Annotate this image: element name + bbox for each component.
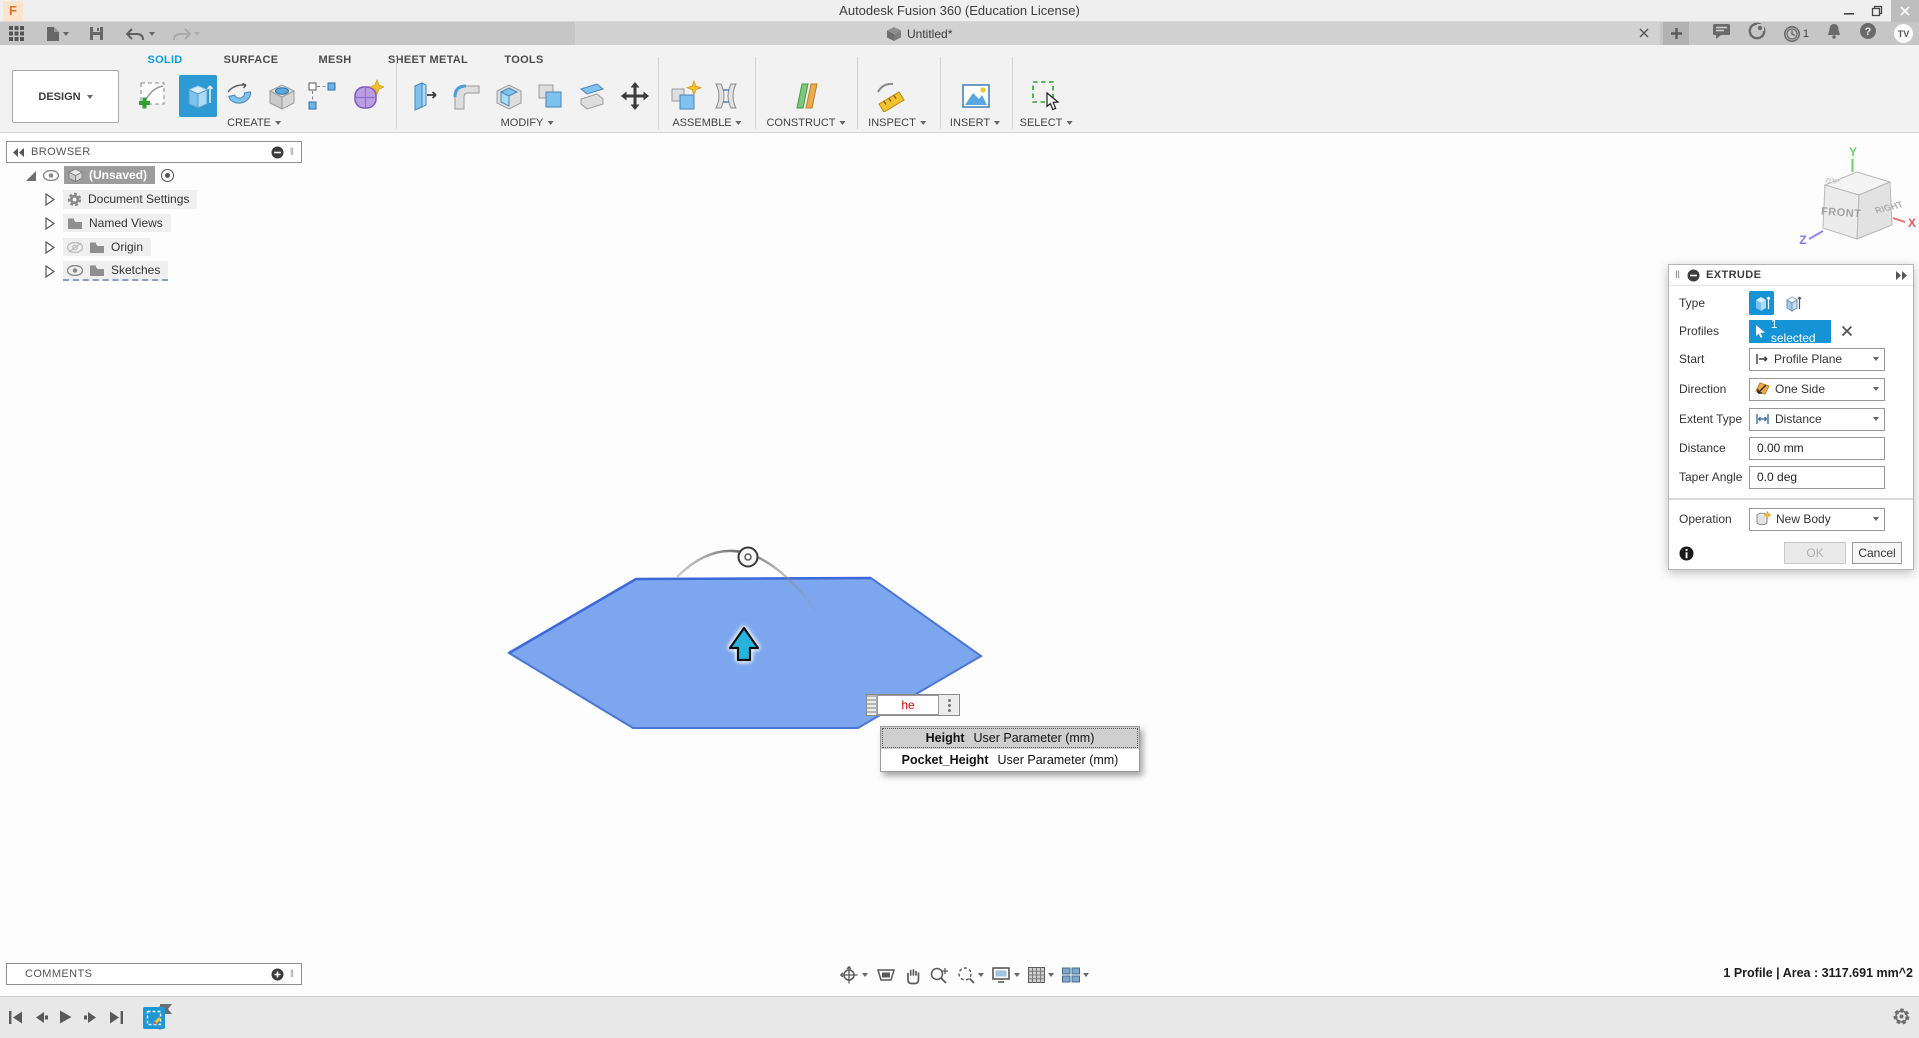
zoom-icon (930, 967, 948, 984)
navigation-bar (838, 962, 1089, 988)
expand-arrow-icon[interactable] (44, 264, 55, 278)
taper-angle-row: Taper Angle (1669, 465, 1913, 489)
extent-type-row: Extent Type Distance (1669, 407, 1913, 431)
direction-row: Direction One Side (1669, 377, 1913, 401)
folder-icon (90, 242, 104, 253)
browser-title: BROWSER (31, 146, 91, 158)
profiles-selection-button[interactable]: 1 selected (1749, 317, 1831, 345)
orbit-button[interactable] (838, 965, 868, 985)
operation-dropdown[interactable]: New Body (1749, 507, 1885, 531)
comments-header[interactable]: COMMENTS ‖ (6, 963, 302, 985)
viewports-button[interactable] (1061, 966, 1089, 984)
extrude-dialog-header[interactable]: ‖ EXTRUDE (1669, 265, 1913, 286)
ok-button[interactable]: OK (1784, 542, 1846, 564)
remove-panel-icon[interactable] (271, 146, 284, 159)
panel-grip[interactable]: ‖ (290, 969, 295, 980)
autocomplete-item-height[interactable]: Height User Parameter (mm) (881, 727, 1139, 749)
grid-icon (1028, 967, 1045, 983)
activate-component-radio[interactable] (161, 168, 175, 182)
axis-y-label: Y (1849, 145, 1857, 159)
dialog-grip[interactable]: ‖ (1675, 270, 1681, 281)
type-extrude-icon (1755, 296, 1770, 311)
panel-grip[interactable]: ‖ (290, 147, 295, 158)
viewports-icon (1062, 967, 1080, 983)
expand-arrow-icon[interactable] (44, 240, 55, 254)
taper-angle-input[interactable] (1749, 465, 1885, 489)
visibility-eye-icon[interactable] (43, 169, 59, 181)
info-icon[interactable] (1679, 546, 1694, 561)
folder-icon (90, 265, 104, 276)
profile-plane-icon (1756, 354, 1768, 364)
component-cube-icon (68, 168, 83, 182)
root-document-label: (Unsaved) (89, 168, 148, 182)
dimension-expression-input[interactable] (877, 695, 939, 715)
zoom-button[interactable] (929, 966, 949, 985)
expand-collapse-icon[interactable] (24, 169, 37, 182)
comments-title: COMMENTS (25, 968, 93, 980)
collapse-dialog-icon[interactable] (1687, 269, 1700, 282)
add-comment-icon[interactable] (271, 968, 284, 981)
start-dropdown[interactable]: Profile Plane (1749, 347, 1885, 371)
visibility-eye-icon[interactable] (67, 264, 83, 276)
browser-row-document-settings[interactable]: Document Settings (6, 187, 302, 211)
pan-button[interactable] (904, 966, 922, 985)
profiles-row: Profiles 1 selected (1669, 317, 1913, 345)
distance-extent-icon (1756, 414, 1769, 424)
cancel-button[interactable]: Cancel (1852, 542, 1902, 564)
orbit-icon (840, 966, 858, 984)
expand-dialog-icon[interactable] (1895, 270, 1907, 280)
expand-arrow-icon[interactable] (44, 216, 55, 230)
cursor-icon (1756, 325, 1765, 338)
browser-header[interactable]: BROWSER ‖ (6, 141, 302, 163)
browser-row-sketches[interactable]: Sketches (6, 259, 302, 283)
axis-z-label: Z (1799, 233, 1806, 247)
expand-arrow-icon[interactable] (44, 192, 55, 206)
extent-type-dropdown[interactable]: Distance (1749, 407, 1885, 431)
comments-panel: COMMENTS ‖ (6, 963, 302, 985)
type-thin-extrude-icon (1785, 296, 1801, 312)
look-at-button[interactable] (875, 966, 897, 984)
dialog-separator (1669, 498, 1913, 500)
autocomplete-item-pocket-height[interactable]: Pocket_Height User Parameter (mm) (881, 749, 1139, 771)
operation-row: Operation New Body (1669, 507, 1913, 531)
look-at-icon (876, 969, 896, 981)
selection-status-text: 1 Profile | Area : 3117.691 mm^2 (1723, 966, 1913, 980)
display-settings-icon (992, 967, 1010, 983)
view-cube[interactable]: Y TOP FRONT RIGHT X Z (1795, 140, 1919, 265)
browser-panel: BROWSER ‖ (Unsaved) Document Settings Na… (6, 141, 302, 283)
dialog-title: EXTRUDE (1705, 269, 1762, 281)
start-row: Start Profile Plane (1669, 347, 1913, 371)
type-row: Type (1669, 291, 1913, 315)
browser-row-origin[interactable]: Origin (6, 235, 302, 259)
browser-tree: (Unsaved) Document Settings Named Views (6, 163, 302, 283)
new-body-icon (1756, 511, 1771, 526)
parameter-autocomplete-dropdown: Height User Parameter (mm) Pocket_Height… (880, 726, 1140, 772)
axis-x-label: X (1908, 216, 1916, 230)
distance-row: Distance (1669, 436, 1913, 460)
type-extrude-button[interactable] (1749, 291, 1774, 315)
dimension-options-button[interactable] (939, 695, 959, 715)
rotate-manipulator-handle[interactable] (737, 546, 759, 568)
display-settings-button[interactable] (991, 966, 1020, 984)
fit-icon (958, 966, 975, 984)
visibility-off-eye-icon[interactable] (67, 241, 83, 253)
fit-button[interactable] (956, 966, 984, 985)
browser-root-row[interactable]: (Unsaved) (6, 163, 302, 187)
one-side-icon (1755, 382, 1770, 395)
pan-hand-icon (907, 968, 920, 984)
extrude-dialog: ‖ EXTRUDE Type Profiles 1 selected Start (1668, 264, 1914, 570)
collapse-panel-icon (13, 147, 24, 157)
folder-icon (68, 218, 82, 229)
fusion360-window: F Autodesk Fusion 360 (Education License… (0, 0, 1919, 1038)
dimension-widget-handle[interactable] (867, 695, 877, 715)
dialog-footer: OK Cancel (1669, 541, 1913, 565)
clear-selection-icon[interactable] (1841, 325, 1853, 337)
dimension-input-widget (866, 694, 960, 716)
type-thin-extrude-button[interactable] (1780, 291, 1805, 315)
grid-settings-button[interactable] (1027, 966, 1054, 984)
direction-dropdown[interactable]: One Side (1749, 377, 1885, 401)
browser-row-named-views[interactable]: Named Views (6, 211, 302, 235)
distance-input[interactable] (1749, 436, 1885, 460)
settings-gear-icon (67, 192, 82, 206)
